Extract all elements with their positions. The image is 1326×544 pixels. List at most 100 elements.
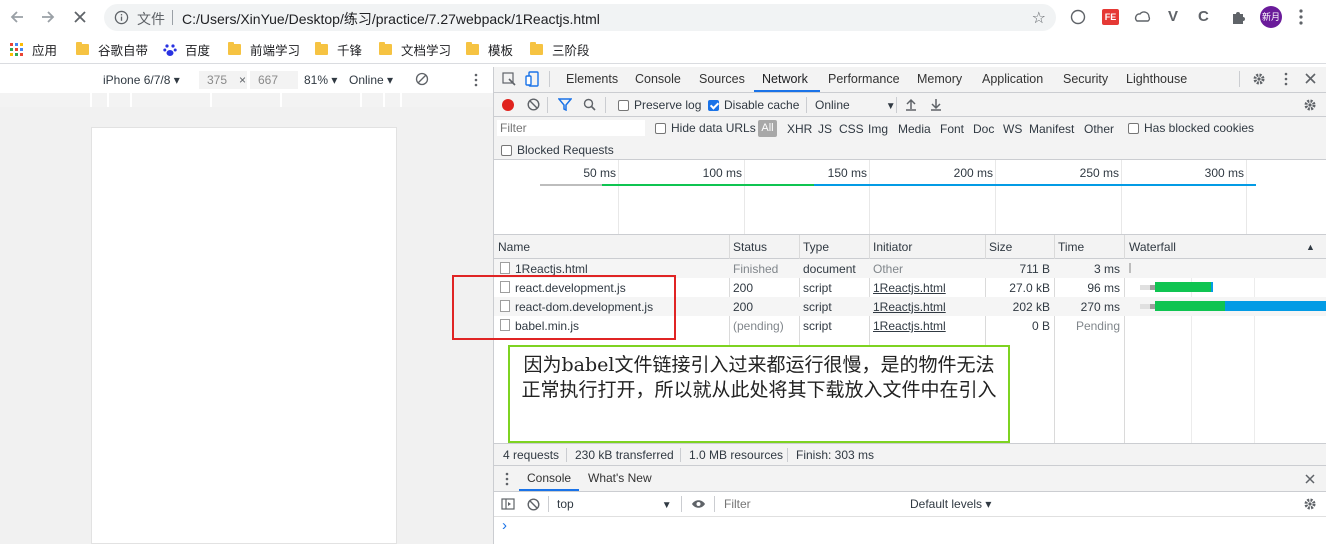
column-time[interactable]: Time [1058,240,1084,254]
clear-console-icon[interactable] [527,498,540,511]
stop-loading-icon[interactable] [69,6,91,28]
show-sidebar-icon[interactable] [501,498,515,510]
live-expression-eye-icon[interactable] [691,499,706,509]
filter-type-font[interactable]: Font [940,122,964,136]
waterfall-bar[interactable] [1129,263,1131,273]
drawer-menu-icon[interactable] [505,472,509,486]
device-select[interactable]: iPhone 6/7/8 ▾ [103,73,180,87]
inspect-element-icon[interactable] [502,72,516,86]
bookmark-baidu[interactable]: 百度 [163,41,210,58]
console-prompt[interactable]: › [502,517,507,534]
filter-type-manifest[interactable]: Manifest [1029,122,1074,136]
request-initiator-link[interactable]: 1Reactjs.html [873,281,946,295]
log-levels-select[interactable]: Default levels ▾ [910,497,991,511]
tab-performance[interactable]: Performance [828,72,900,86]
chrome-menu-icon[interactable] [1298,8,1304,26]
throttle-select[interactable]: Online ▼ [815,98,896,112]
bookmark-folder[interactable]: 文档学习 [379,41,451,58]
export-har-icon[interactable] [930,98,942,111]
has-blocked-cookies-checkbox[interactable]: Has blocked cookies [1128,121,1254,135]
column-size[interactable]: Size [989,240,1012,254]
column-waterfall[interactable]: Waterfall [1129,240,1176,254]
column-initiator[interactable]: Initiator [873,240,912,254]
network-settings-gear-icon[interactable] [1303,98,1317,112]
checkbox[interactable] [618,99,629,111]
filter-type-ws[interactable]: WS [1003,122,1022,136]
tab-application[interactable]: Application [982,72,1043,86]
tab-lighthouse[interactable]: Lighthouse [1126,72,1187,86]
blocked-requests-checkbox[interactable]: Blocked Requests [501,143,614,157]
column-status[interactable]: Status [733,240,767,254]
waterfall-bar-waiting[interactable] [1155,282,1211,292]
console-output[interactable]: › [494,517,1326,544]
bookmark-folder[interactable]: 前端学习 [228,41,300,58]
forward-arrow-icon[interactable] [37,6,59,28]
tab-memory[interactable]: Memory [917,72,962,86]
media-query-ruler[interactable] [0,93,493,107]
tab-security[interactable]: Security [1063,72,1108,86]
bookmark-folder[interactable]: 三阶段 [530,41,590,58]
preserve-log-checkbox[interactable]: Preserve log [618,98,701,112]
bookmark-star-icon[interactable]: ☆ [1032,8,1046,28]
filter-funnel-icon[interactable] [558,98,572,111]
cloud-extension-icon[interactable] [1134,9,1152,25]
extension-icon[interactable] [1070,9,1086,25]
filter-type-media[interactable]: Media [898,122,931,136]
fe-extension-icon[interactable]: FE [1102,9,1119,25]
drawer-tab-whats-new[interactable]: What's New [588,471,652,485]
device-throttle-select[interactable]: Online ▾ [349,73,393,87]
device-more-icon[interactable] [474,73,478,87]
checkbox[interactable] [501,144,512,156]
record-icon[interactable] [502,99,514,111]
bookmark-folder[interactable]: 谷歌自带 [76,41,148,58]
devtools-more-icon[interactable] [1284,72,1288,86]
hide-data-urls-checkbox[interactable]: Hide data URLs [655,121,756,135]
tab-console[interactable]: Console [635,72,681,86]
tab-elements[interactable]: Elements [566,72,618,86]
device-toggle-icon[interactable] [525,71,539,87]
filter-type-js[interactable]: JS [818,122,832,136]
device-screen[interactable] [91,127,397,544]
checkbox[interactable] [655,122,666,134]
bookmark-folder[interactable]: 千锋 [315,41,362,58]
console-filter-input[interactable] [720,495,900,512]
search-icon[interactable] [583,98,596,111]
back-arrow-icon[interactable] [6,6,28,28]
close-drawer-icon[interactable] [1305,474,1315,484]
checkbox[interactable] [1128,122,1139,134]
context-select[interactable]: top ▼ [557,497,672,511]
filter-type-doc[interactable]: Doc [973,122,994,136]
close-devtools-icon[interactable] [1305,73,1316,84]
waterfall-bar-waiting[interactable] [1155,301,1225,311]
puzzle-extensions-icon[interactable] [1230,9,1246,25]
column-type[interactable]: Type [803,240,829,254]
vue-extension-icon[interactable]: V [1168,8,1178,25]
request-initiator-link[interactable]: 1Reactjs.html [873,319,946,333]
bookmark-apps[interactable]: 应用 [10,41,57,58]
settings-gear-icon[interactable] [1252,72,1266,86]
zoom-select[interactable]: 81% ▾ [304,73,337,87]
avatar[interactable]: 新月 [1260,6,1282,28]
filter-type-other[interactable]: Other [1084,122,1114,136]
drawer-tab-console[interactable]: Console [527,471,571,485]
import-har-icon[interactable] [905,98,917,111]
filter-input[interactable] [497,120,645,136]
tab-network[interactable]: Network [762,72,808,86]
clear-icon[interactable] [527,98,540,111]
column-name[interactable]: Name [498,240,530,254]
tab-sources[interactable]: Sources [699,72,745,86]
address-url[interactable]: C:/Users/XinYue/Desktop/练习/practice/7.27… [182,9,600,29]
filter-type-xhr[interactable]: XHR [787,122,812,136]
filter-type-css[interactable]: CSS [839,122,864,136]
address-bar[interactable]: 文件 C:/Users/XinYue/Desktop/练习/practice/7… [104,4,1056,31]
info-icon[interactable] [114,10,129,25]
checkbox[interactable] [708,99,719,111]
sort-ascending-icon[interactable]: ▲ [1306,242,1315,252]
filter-type-img[interactable]: Img [868,122,888,136]
network-overview[interactable]: 50 ms 100 ms 150 ms 200 ms 250 ms 300 ms [494,160,1326,235]
filter-type-all[interactable]: All [758,120,777,137]
rotate-icon[interactable] [415,72,429,86]
console-settings-gear-icon[interactable] [1303,497,1317,511]
device-height-input[interactable]: 667 [250,71,298,89]
bookmark-folder[interactable]: 模板 [466,41,513,58]
